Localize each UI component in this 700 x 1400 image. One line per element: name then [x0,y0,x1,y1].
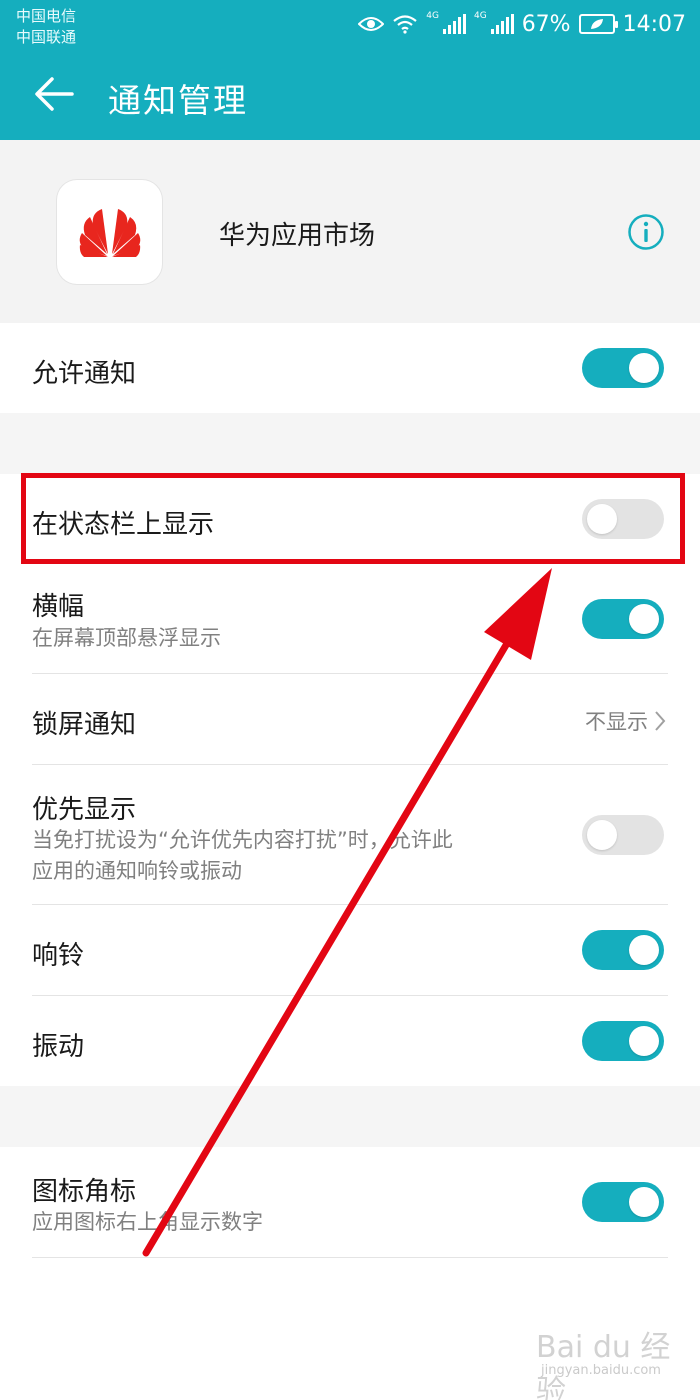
lock-screen-row[interactable]: 锁屏通知 不显示 [0,674,700,765]
huawei-logo-icon [79,209,140,257]
lock-screen-value[interactable]: 不显示 [585,706,666,736]
banner-description: 在屏幕顶部悬浮显示 [32,626,221,650]
clock: 14:07 [622,11,686,37]
battery-icon [578,14,618,34]
allow-section: 允许通知 [0,323,700,413]
badge-label: 图标角标 [32,1177,137,1207]
info-icon[interactable] [627,213,665,251]
banner-row[interactable]: 横幅 在屏幕顶部悬浮显示 [0,562,700,674]
app-icon [57,180,162,284]
network-type-2: 4G [473,11,487,21]
back-arrow-icon[interactable] [34,76,74,112]
toggle-knob [629,604,659,634]
wifi-icon [393,15,417,34]
watermark-subtext: jingyan.baidu.com [541,1363,661,1378]
toggle-knob [629,353,659,383]
carrier-2: 中国联通 [16,28,77,46]
carrier-1: 中国电信 [16,7,77,25]
banner-label: 横幅 [32,592,85,622]
priority-label: 优先显示 [32,795,137,825]
priority-description-line-2: 应用的通知响铃或振动 [32,859,242,883]
vibration-toggle[interactable] [582,1021,664,1061]
lock-screen-value-text: 不显示 [585,710,648,734]
signal-1-icon [442,14,466,34]
app-name: 华为应用市场 [219,221,376,251]
chevron-right-icon [655,711,666,731]
badge-row[interactable]: 图标角标 应用图标右上角显示数字 [0,1147,700,1258]
battery-percent: 67% [521,11,571,37]
badge-toggle[interactable] [582,1182,664,1222]
allow-notifications-toggle[interactable] [582,348,664,388]
network-type-1: 4G [426,11,439,21]
priority-description-line-1: 当免打扰设为“允许优先内容打扰”时，允许此 [32,828,453,852]
highlight-box [21,473,685,564]
toggle-knob [629,935,659,965]
app-header: 中国电信 中国联通 4G 4G 67% 14:07 通知管理 [0,0,700,140]
eye-icon [358,17,385,31]
allow-notifications-label: 允许通知 [32,359,137,389]
carrier-info: 中国电信 中国联通 [16,6,76,48]
vibration-row[interactable]: 振动 [0,996,700,1086]
signal-2-icon [490,14,514,34]
lock-screen-label: 锁屏通知 [32,710,137,740]
watermark: Bai du 经验 [536,1330,671,1400]
banner-toggle[interactable] [582,599,664,639]
ringtone-toggle[interactable] [582,930,664,970]
status-icons: 4G 4G 67% 14:07 [358,8,686,40]
notification-settings-section: 在状态栏上显示 横幅 在屏幕顶部悬浮显示 锁屏通知 不显示 优先显示 当免打扰设… [0,474,700,1086]
vibration-label: 振动 [32,1032,85,1062]
ringtone-label: 响铃 [32,941,85,971]
page-title: 通知管理 [108,81,248,120]
priority-toggle[interactable] [582,815,664,855]
badge-description: 应用图标右上角显示数字 [32,1210,263,1234]
toggle-knob [587,820,617,850]
toggle-knob [629,1026,659,1056]
app-info-row: 华为应用市场 [0,140,700,323]
divider [32,1257,668,1258]
leaf-icon [590,19,603,29]
ringtone-row[interactable]: 响铃 [0,905,700,996]
toggle-knob [629,1187,659,1217]
priority-row[interactable]: 优先显示 当免打扰设为“允许优先内容打扰”时，允许此 应用的通知响铃或振动 [0,765,700,905]
